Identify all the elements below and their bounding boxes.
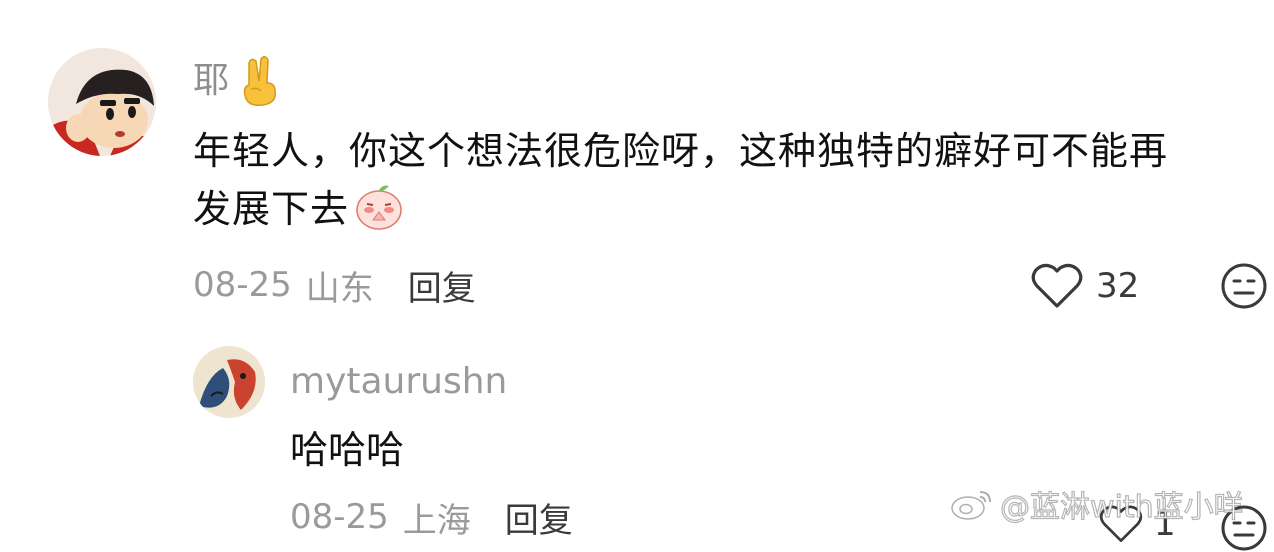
weibo-logo-icon xyxy=(951,491,991,520)
heart-icon xyxy=(1031,263,1083,308)
comment-line-2-text: 发展下去 xyxy=(193,187,350,231)
comment-date: 08-25 xyxy=(193,265,292,305)
username-label: 耶 xyxy=(193,60,230,101)
dislike-face-icon[interactable] xyxy=(1220,262,1268,310)
comment-body: 年轻人，你这个想法很危险呀，这种独特的癖好可不能再 发展下去 xyxy=(193,122,1253,238)
reply-meta: 08-25 上海 回复 xyxy=(290,490,573,544)
reply-username[interactable]: mytaurushn xyxy=(290,356,507,408)
like-button[interactable]: 32 xyxy=(1030,262,1139,310)
reply-body: 哈哈哈 xyxy=(290,428,405,472)
comment-meta: 08-25 山东 回复 xyxy=(193,258,476,312)
avatar[interactable] xyxy=(48,48,156,156)
cartoon-boy-avatar-icon xyxy=(48,48,156,156)
praying-peach-sticker-icon xyxy=(356,185,402,230)
watermark-text: @蓝淋with蓝小咩 xyxy=(999,489,1244,525)
victory-hand-icon xyxy=(243,56,277,107)
ukiyoe-avatar-icon xyxy=(193,346,265,418)
comment-line-2: 发展下去 xyxy=(193,180,1253,238)
reply-date: 08-25 xyxy=(290,497,389,537)
reply-button[interactable]: 回复 xyxy=(408,261,476,310)
comment-line-1: 年轻人，你这个想法很危险呀，这种独特的癖好可不能再 xyxy=(193,129,1169,173)
reply-avatar[interactable] xyxy=(193,346,265,418)
like-count: 32 xyxy=(1096,266,1140,306)
comment-location: 山东 xyxy=(305,268,374,309)
weibo-watermark: @蓝淋with蓝小咩 xyxy=(950,482,1244,526)
reply-location: 上海 xyxy=(402,500,471,541)
comment-username[interactable]: 耶 xyxy=(193,55,281,107)
reply-reply-button[interactable]: 回复 xyxy=(505,493,573,542)
